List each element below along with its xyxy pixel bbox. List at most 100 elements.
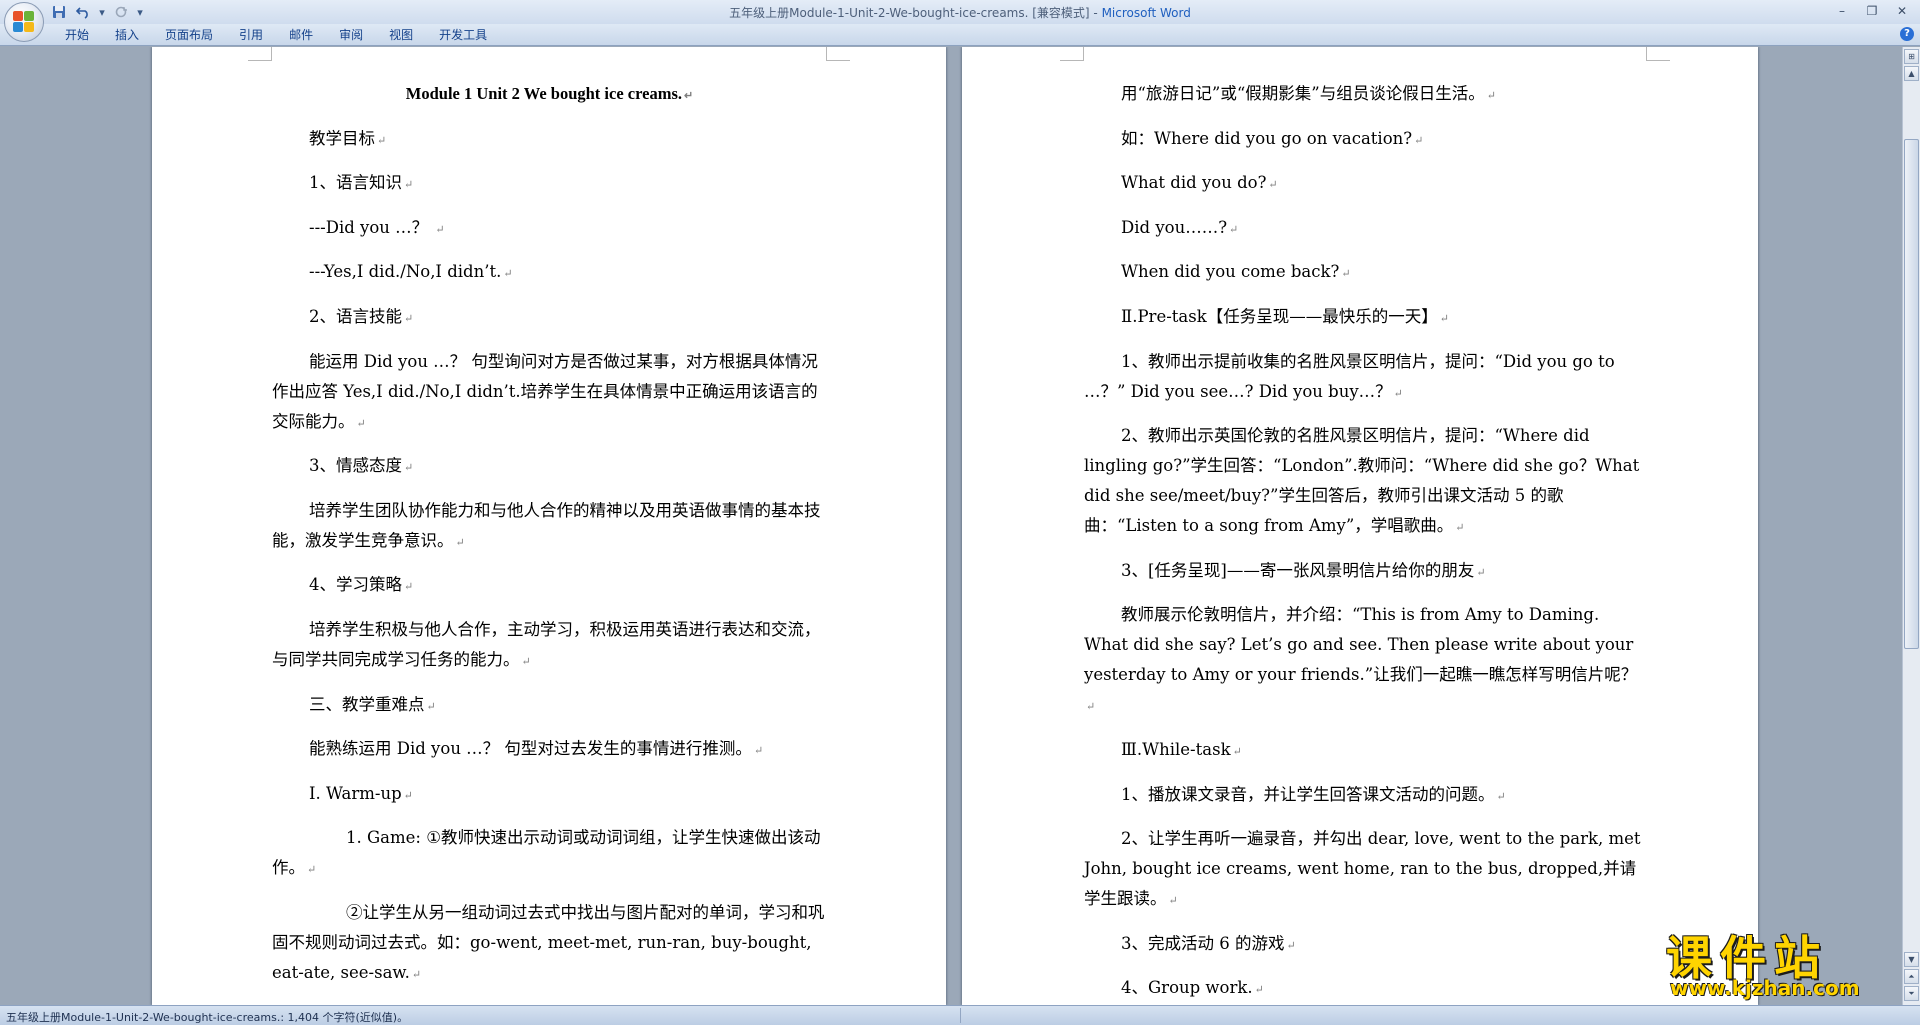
tab-review[interactable]: 审阅 — [326, 27, 376, 43]
paragraph-text: 能运用 Did you …？ 句型询问对方是否做过某事，对方根据具体情况作出应答… — [272, 351, 818, 431]
document-paragraph[interactable]: 3、情感态度 ↵ — [272, 451, 827, 483]
paragraph-mark: ↵ — [1393, 386, 1403, 400]
document-paragraph[interactable]: Module 1 Unit 2 We bought ice creams. ↵ — [272, 79, 827, 111]
document-paragraph[interactable]: What did you do? ↵ — [1084, 168, 1646, 200]
paragraph-mark: ↵ — [684, 90, 694, 102]
paragraph-mark: ↵ — [404, 311, 414, 325]
paragraph-text: 4、Group work. — [1121, 978, 1253, 998]
tab-view[interactable]: 视图 — [376, 27, 426, 43]
document-paragraph[interactable]: 1、教师出示提前收集的名胜风景区明信片，提问：“Did you go to …？… — [1084, 347, 1646, 409]
paragraph-text: ②让学生从另一组动词过去式中找出与图片配对的单词，学习和巩固不规则动词过去式。如… — [272, 902, 825, 982]
paragraph-text: 教学目标 — [309, 128, 375, 148]
page-text-area[interactable]: Module 1 Unit 2 We bought ice creams. ↵ 教学… — [272, 79, 827, 1005]
document-paragraph[interactable]: 教学目标 ↵ — [272, 124, 827, 156]
document-paragraph[interactable]: 教师展示伦敦明信片，并介绍：“This is from Amy to Damin… — [1084, 600, 1646, 722]
paragraph-text: 教师展示伦敦明信片，并介绍：“This is from Amy to Damin… — [1084, 605, 1638, 685]
paragraph-text: 3、情感态度 — [309, 456, 402, 476]
document-paragraph[interactable]: 能运用 Did you …？ 句型询问对方是否做过某事，对方根据具体情况作出应答… — [272, 347, 827, 439]
scroll-up-icon[interactable]: ▲ — [1904, 66, 1919, 81]
close-icon[interactable]: ✕ — [1888, 2, 1916, 20]
document-paragraph[interactable]: 培养学生团队协作能力和与他人合作的精神以及用英语做事情的基本技能，激发学生竞争意… — [272, 496, 827, 558]
document-paragraph[interactable]: 2、语言技能 ↵ — [272, 302, 827, 334]
next-page-icon[interactable]: ⏷ — [1904, 986, 1919, 1001]
status-separator — [960, 1008, 961, 1023]
status-bar: 五年级上册Module-1-Unit-2-We-bought-ice-cream… — [0, 1005, 1920, 1025]
paragraph-mark: ↵ — [521, 654, 531, 668]
paragraph-text: 如：Where did you go on vacation? — [1121, 128, 1413, 148]
page-corner-mark — [248, 47, 272, 61]
paragraph-text: 2、教师出示英国伦敦的名胜风景区明信片，提问：“Where did lingli… — [1084, 426, 1640, 536]
paragraph-text: 1. Game: ①教师快速出示动词或动词词组，让学生快速做出该动作。 — [272, 828, 821, 878]
document-paragraph[interactable]: Ⅲ.While-task ↵ — [1084, 735, 1646, 767]
tab-insert[interactable]: 插入 — [102, 27, 152, 43]
page-corner-mark — [1060, 47, 1084, 61]
paragraph-mark: ↵ — [1268, 178, 1278, 192]
paragraph-mark: ↵ — [1486, 89, 1496, 102]
app-name: Microsoft Word — [1101, 6, 1191, 20]
paragraph-text: Ⅰ. Warm-up — [309, 783, 402, 803]
document-paragraph[interactable]: ---Yes,I did./No,I didn’t. ↵ — [272, 257, 827, 289]
document-paragraph[interactable]: 2、教师出示英国伦敦的名胜风景区明信片，提问：“Where did lingli… — [1084, 421, 1646, 543]
page-text-area[interactable]: 用“旅游日记”或“假期影集”与组员谈论假日生活。 ↵ 如：Where did you… — [1084, 79, 1646, 1005]
paragraph-mark: ↵ — [1496, 789, 1506, 803]
paragraph-mark: ↵ — [404, 461, 414, 475]
tab-mailings[interactable]: 邮件 — [276, 27, 326, 43]
paragraph-mark: ↵ — [1229, 222, 1239, 236]
paragraph-text: 培养学生团队协作能力和与他人合作的精神以及用英语做事情的基本技能，激发学生竞争意… — [272, 500, 821, 550]
tab-home[interactable]: 开始 — [52, 27, 102, 43]
minimize-icon[interactable]: – — [1828, 2, 1856, 20]
scroll-thumb[interactable] — [1904, 139, 1919, 649]
document-paragraph[interactable]: ---Did you …？ ↵ — [272, 213, 827, 245]
restore-icon[interactable]: ❐ — [1858, 2, 1886, 20]
paragraph-text: When did you come back? — [1121, 262, 1340, 282]
paragraph-text: 3、[任务呈现]——寄一张风景明信片给你的朋友 — [1121, 560, 1475, 580]
document-paragraph[interactable]: 4、学习策略 ↵ — [272, 570, 827, 602]
help-icon[interactable]: ? — [1900, 27, 1914, 41]
tab-developer[interactable]: 开发工具 — [426, 27, 500, 43]
paragraph-text: 3、完成活动 6 的游戏 — [1121, 933, 1285, 953]
paragraph-text: 2、语言技能 — [309, 306, 402, 326]
document-paragraph[interactable]: 1、播放课文录音，并让学生回答课文活动的问题。 ↵ — [1084, 780, 1646, 812]
paragraph-text: 1、播放课文录音，并让学生回答课文活动的问题。 — [1121, 784, 1495, 804]
watermark-url: www.kjzhan.com — [1670, 976, 1860, 1000]
window-title: 五年级上册Module-1-Unit-2-We-bought-ice-cream… — [0, 4, 1920, 21]
document-paragraph[interactable]: 3、完成活动 6 的游戏 ↵ — [1084, 929, 1646, 961]
paragraph-text: Ⅱ.Pre-task【任务呈现——最快乐的一天】 — [1121, 306, 1438, 326]
vertical-scrollbar[interactable]: ⊞ ▲ ▼ ⏶ ⏷ — [1902, 47, 1920, 1005]
document-paragraph[interactable]: 三、教学重难点 ↵ — [272, 690, 827, 722]
document-paragraph[interactable]: 如：Where did you go on vacation? ↵ — [1084, 124, 1646, 156]
ruler-toggle-icon[interactable]: ⊞ — [1904, 49, 1919, 64]
title-bar: ▾ ▾ 五年级上册Module-1-Unit-2-We-bought-ice-c… — [0, 0, 1920, 42]
document-paragraph[interactable]: 1、语言知识 ↵ — [272, 168, 827, 200]
document-page-left[interactable]: Module 1 Unit 2 We bought ice creams. ↵ 教学… — [152, 47, 946, 1005]
paragraph-text: 2、让学生再听一遍录音，并勾出 dear, love, went to the … — [1084, 829, 1641, 909]
document-paragraph[interactable]: ②让学生从另一组动词过去式中找出与图片配对的单词，学习和巩固不规则动词过去式。如… — [272, 898, 827, 990]
document-paragraph[interactable]: 1. Game: ①教师快速出示动词或动词词组，让学生快速做出该动作。 ↵ — [272, 823, 827, 885]
document-paragraph[interactable]: Did you……? ↵ — [1084, 213, 1646, 245]
document-paragraph[interactable]: 3、[任务呈现]——寄一张风景明信片给你的朋友 ↵ — [1084, 556, 1646, 588]
office-button[interactable] — [4, 2, 44, 42]
paragraph-mark: ↵ — [1286, 938, 1296, 952]
status-text: 五年级上册Module-1-Unit-2-We-bought-ice-cream… — [6, 1011, 409, 1024]
tab-page-layout[interactable]: 页面布局 — [152, 27, 226, 43]
previous-page-icon[interactable]: ⏶ — [1904, 969, 1919, 984]
paragraph-text: Did you……? — [1121, 217, 1228, 237]
page-corner-mark — [826, 47, 850, 61]
document-paragraph[interactable]: 2、让学生再听一遍录音，并勾出 dear, love, went to the … — [1084, 824, 1646, 916]
document-paragraph[interactable]: When did you come back? ↵ — [1084, 257, 1646, 289]
document-paragraph[interactable]: Ⅰ. Warm-up ↵ — [272, 779, 827, 811]
document-paragraph[interactable]: 4、Group work. ↵ — [1084, 973, 1646, 1005]
document-paragraph[interactable]: Ⅱ.Pre-task【任务呈现——最快乐的一天】 ↵ — [1084, 302, 1646, 334]
document-paragraph[interactable]: 用“旅游日记”或“假期影集”与组员谈论假日生活。 ↵ — [1084, 79, 1646, 111]
window-controls: – ❐ ✕ — [1828, 2, 1916, 20]
tab-references[interactable]: 引用 — [226, 27, 276, 43]
paragraph-text: 培养学生积极与他人合作，主动学习，积极运用英语进行表达和交流，与同学共同完成学习… — [272, 619, 821, 669]
document-paragraph[interactable]: 培养学生积极与他人合作，主动学习，积极运用英语进行表达和交流，与同学共同完成学习… — [272, 615, 827, 677]
paragraph-text: What did you do? — [1121, 173, 1267, 193]
paragraph-mark: ↵ — [1086, 700, 1096, 714]
paragraph-text: 用“旅游日记”或“假期影集”与组员谈论假日生活。 — [1121, 84, 1485, 103]
document-paragraph[interactable]: 能熟练运用 Did you …？ 句型对过去发生的事情进行推测。 ↵ — [272, 734, 827, 766]
scroll-down-icon[interactable]: ▼ — [1904, 952, 1919, 967]
document-page-right[interactable]: 用“旅游日记”或“假期影集”与组员谈论假日生活。 ↵ 如：Where did you… — [962, 47, 1758, 1005]
page-corner-mark — [1646, 47, 1670, 61]
